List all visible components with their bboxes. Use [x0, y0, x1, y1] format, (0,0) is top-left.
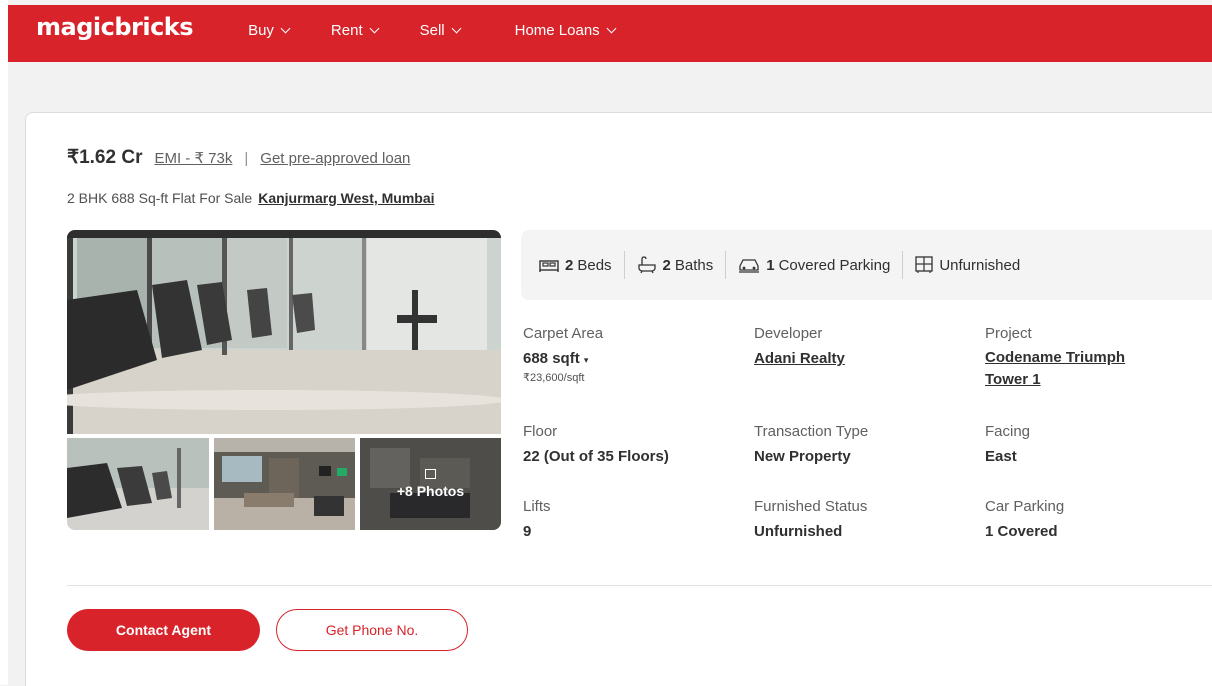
listing-title: 2 BHK 688 Sq-ft Flat For Sale Kanjurmarg … [67, 190, 435, 206]
price-per-sqft: ₹23,600/sqft [523, 372, 585, 384]
amenity-furnishing: Unfurnished [903, 256, 1032, 274]
more-photos-overlay[interactable]: +8 Photos [360, 438, 501, 530]
chevron-down-icon [280, 23, 291, 34]
get-phone-button[interactable]: Get Phone No. [276, 609, 468, 651]
card-divider [67, 585, 1212, 586]
floor-label: Floor [523, 423, 558, 440]
locality-link[interactable]: Kanjurmarg West, Mumbai [258, 190, 434, 206]
nav-buy[interactable]: Buy [248, 22, 291, 39]
nav-home-loans[interactable]: Home Loans [514, 22, 617, 39]
chevron-down-icon [451, 23, 462, 34]
parking-label: Covered Parking [778, 256, 891, 274]
gym-thumb [67, 438, 209, 530]
developer-label: Developer [754, 325, 823, 342]
furnish-icon [915, 256, 933, 273]
baths-label: Baths [674, 256, 714, 274]
carpet-area-value[interactable]: 688 sqft ▾ [523, 350, 603, 367]
nav-home-loans-label: Home Loans [514, 22, 600, 39]
furnished-value: Unfurnished [754, 523, 843, 540]
carpet-area-text: 688 sqft [523, 350, 580, 367]
listing-title-text: 2 BHK 688 Sq-ft Flat For Sale [67, 190, 253, 206]
more-photos-label: +8 Photos [396, 483, 465, 499]
emi-link[interactable]: EMI - ₹ 73k [154, 149, 232, 167]
baths-count: 2 [662, 256, 671, 274]
beds-label: Beds [577, 256, 612, 274]
separator: | [244, 150, 249, 167]
detail-floor: Floor 22 (Out of 35 Floors) [523, 423, 669, 465]
caret-down-icon: ▾ [583, 355, 589, 365]
floor-value: 22 (Out of 35 Floors) [523, 448, 669, 465]
transaction-value: New Property [754, 448, 851, 465]
detail-developer: Developer Adani Realty [754, 325, 845, 367]
amenities-bar: 2 Beds 2 Baths 1 Covered Parking Unfurnishe… [521, 230, 1212, 300]
car-parking-value: 1 Covered [985, 523, 1058, 540]
gym-photo-illustration [67, 230, 501, 434]
thumbnail-more[interactable]: +8 Photos [360, 438, 501, 530]
chevron-down-icon [369, 23, 380, 34]
detail-car-parking: Car Parking 1 Covered [985, 498, 1064, 540]
amenity-beds: 2 Beds [521, 257, 624, 274]
furnishing-label: Unfurnished [939, 256, 1021, 274]
carpet-area-label: Carpet Area [523, 325, 604, 342]
thumbnail-2[interactable] [214, 438, 355, 530]
project-name-line2: Tower 1 [985, 371, 1041, 388]
detail-carpet-area: Carpet Area 688 sqft ▾ ₹23,600/sqft [523, 325, 603, 384]
detail-transaction: Transaction Type New Property [754, 423, 868, 465]
detail-project: Project Codename Triumph Tower 1 [985, 325, 1125, 391]
nav-rent-label: Rent [330, 22, 363, 39]
project-name-line1: Codename Triumph [985, 349, 1126, 366]
detail-furnished: Furnished Status Unfurnished [754, 498, 867, 540]
lifts-value: 9 [523, 523, 532, 540]
image-icon [425, 469, 436, 479]
facing-value: East [985, 448, 1017, 465]
detail-lifts: Lifts 9 [523, 498, 551, 540]
window-edge [0, 0, 8, 685]
contact-agent-button[interactable]: Contact Agent [67, 609, 260, 651]
developer-link[interactable]: Adani Realty [754, 350, 845, 367]
beds-count: 2 [565, 256, 574, 274]
nav-sell-label: Sell [419, 22, 445, 39]
top-navbar: magicbricks Buy Rent Sell Home Loans [8, 5, 1212, 62]
pre-approved-loan-link[interactable]: Get pre-approved loan [260, 150, 410, 167]
main-photo[interactable] [67, 230, 501, 434]
lifts-label: Lifts [523, 498, 551, 515]
transaction-label: Transaction Type [754, 423, 869, 440]
living-room-thumb [214, 438, 355, 530]
nav-sell[interactable]: Sell [419, 22, 462, 39]
amenity-baths: 2 Baths [625, 256, 726, 274]
project-label: Project [985, 325, 1032, 342]
brand-logo[interactable]: magicbricks [36, 13, 194, 41]
nav-rent[interactable]: Rent [330, 22, 380, 39]
amenity-parking: 1 Covered Parking [726, 257, 902, 274]
facing-label: Facing [985, 423, 1031, 440]
nav-buy-label: Buy [248, 22, 274, 39]
furnished-label: Furnished Status [754, 498, 868, 515]
bed-icon [539, 260, 559, 272]
project-link[interactable]: Codename Triumph Tower 1 [985, 347, 1125, 391]
price: ₹1.62 Cr [67, 147, 143, 168]
chevron-down-icon [606, 23, 617, 34]
car-parking-label: Car Parking [985, 498, 1065, 515]
detail-facing: Facing East [985, 423, 1030, 465]
parking-count: 1 [766, 256, 775, 274]
bath-icon [637, 256, 656, 274]
thumbnail-1[interactable] [67, 438, 209, 530]
price-line: ₹1.62 Cr EMI - ₹ 73k | Get pre-approved … [67, 146, 410, 169]
car-icon [739, 259, 760, 273]
